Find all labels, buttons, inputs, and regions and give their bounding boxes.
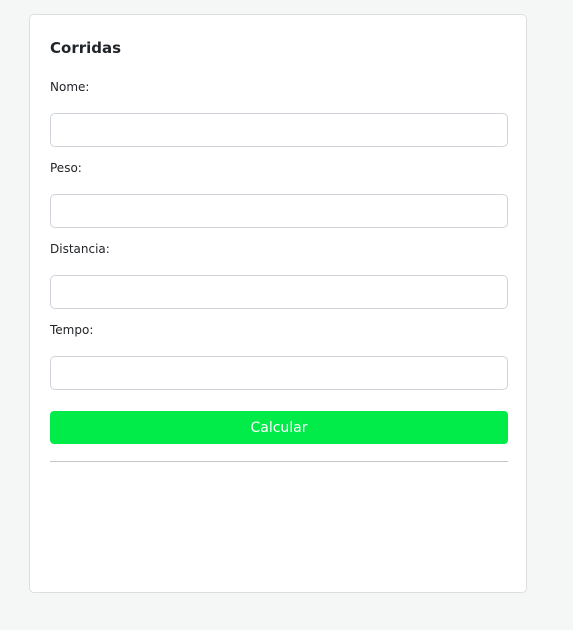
divider [50, 461, 508, 462]
tempo-label: Tempo: [50, 323, 94, 337]
nome-input[interactable] [50, 113, 508, 147]
peso-input[interactable] [50, 194, 508, 228]
corridas-card: Corridas Nome: Peso: Distancia: Tempo: C… [29, 14, 527, 593]
peso-label: Peso: [50, 161, 82, 175]
card-title: Corridas [50, 39, 122, 57]
tempo-input[interactable] [50, 356, 508, 390]
distancia-label: Distancia: [50, 242, 110, 256]
nome-label: Nome: [50, 80, 90, 94]
distancia-input[interactable] [50, 275, 508, 309]
calcular-button[interactable]: Calcular [50, 411, 508, 444]
card-body: Corridas Nome: Peso: Distancia: Tempo: C… [50, 37, 508, 470]
